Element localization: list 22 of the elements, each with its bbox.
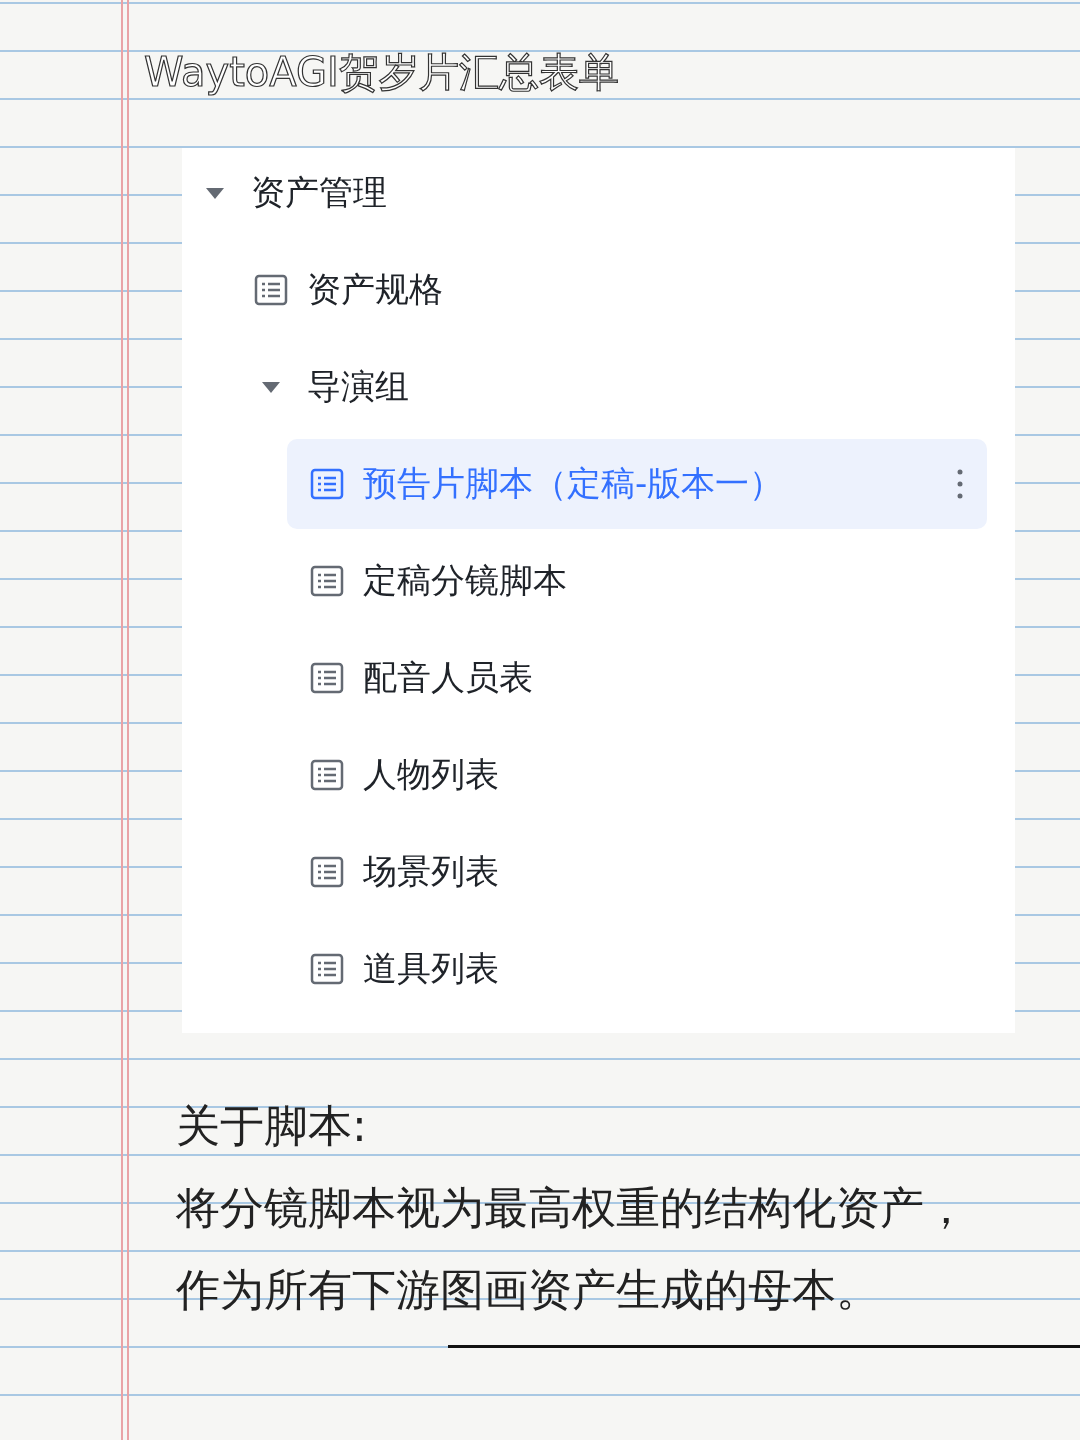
more-icon[interactable]: [957, 468, 963, 500]
table-icon: [310, 662, 344, 694]
tree-item[interactable]: 场景列表: [287, 827, 987, 917]
tree-item[interactable]: 配音人员表: [287, 633, 987, 723]
table-icon: [310, 856, 344, 888]
table-icon: [310, 953, 344, 985]
tree-item[interactable]: 导演组: [231, 342, 987, 432]
note-text: 作为所有下游图画资产生成的母本。: [176, 1263, 881, 1317]
tree-item[interactable]: 资产规格: [231, 245, 987, 335]
tree-item[interactable]: 人物列表: [287, 730, 987, 820]
note-text: 将分镜脚本视为最高权重的结构化资产，: [176, 1181, 969, 1235]
table-icon: [254, 274, 288, 306]
tree-item[interactable]: 定稿分镜脚本: [287, 536, 987, 626]
note-heading: 关于脚本:: [176, 1099, 368, 1153]
tree-item[interactable]: 预告片脚本（定稿-版本一）: [287, 439, 987, 529]
tree-item[interactable]: 道具列表: [287, 924, 987, 1014]
table-icon: [310, 468, 344, 500]
table-icon: [310, 759, 344, 791]
caret-icon[interactable]: [261, 380, 281, 394]
tree-item[interactable]: 资产管理: [175, 148, 987, 238]
table-icon: [310, 565, 344, 597]
caret-icon[interactable]: [205, 186, 225, 200]
